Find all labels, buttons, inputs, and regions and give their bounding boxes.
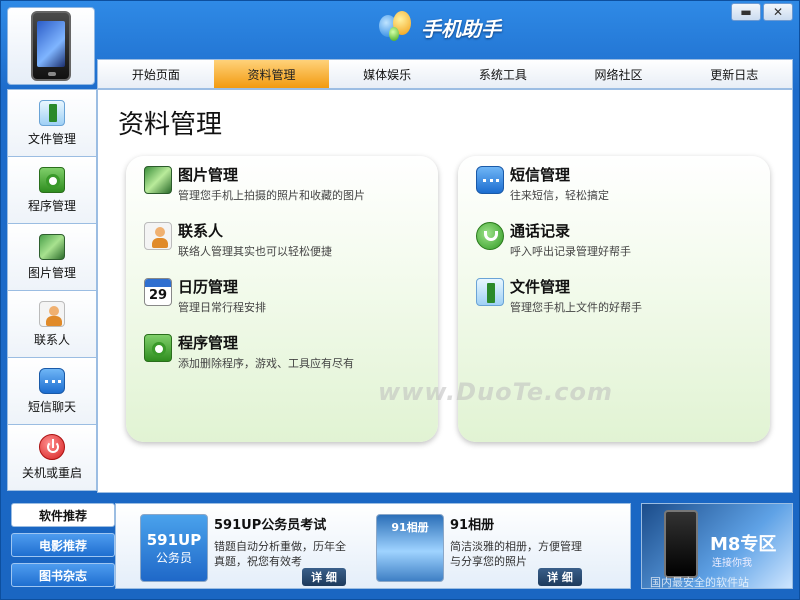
tab-system-tools[interactable]: 系统工具	[445, 60, 561, 88]
tab-media[interactable]: 媒体娱乐	[329, 60, 445, 88]
detail-button[interactable]: 详 细	[538, 568, 582, 586]
feature-desc: 往来短信，轻松搞定	[510, 189, 609, 202]
recommendation-tabs: 软件推荐 电影推荐 图书杂志	[11, 503, 115, 593]
phone-call-icon	[476, 222, 504, 250]
feature-desc: 管理日常行程安排	[178, 301, 266, 314]
app-window: 手机助手 ▬ ✕ 开始页面 资料管理 媒体娱乐 系统工具 网络社区 更新日志 文…	[0, 0, 800, 600]
feature-desc: 添加删除程序，游戏、工具应有尽有	[178, 357, 354, 370]
promo-title: M8专区	[710, 534, 777, 555]
phone-screen	[37, 21, 65, 67]
feature-file-management[interactable]: 文件管理 管理您手机上文件的好帮手	[476, 276, 642, 315]
tab-community[interactable]: 网络社区	[561, 60, 677, 88]
sidebar-item-label: 短信聊天	[27, 399, 76, 414]
feature-call-log[interactable]: 通话记录 呼入呼出记录管理好帮手	[476, 220, 631, 259]
phone-home-button	[48, 72, 56, 76]
sidebar-item-label: 关机或重启	[21, 466, 82, 480]
feature-picture-management[interactable]: 图片管理 管理您手机上拍摄的照片和收藏的图片	[144, 164, 365, 203]
tab-data-management[interactable]: 资料管理	[213, 60, 330, 88]
app-thumbnail[interactable]: 591UP 公务员	[140, 514, 208, 582]
contacts-icon	[144, 222, 172, 250]
feature-contacts[interactable]: 联系人 联络人管理其实也可以轻松便捷	[144, 220, 332, 259]
calendar-icon: 29	[144, 278, 172, 306]
sidebar-item-file-manager[interactable]: 文件管理	[7, 89, 97, 156]
app-manager-icon	[39, 166, 65, 193]
file-icon	[476, 278, 504, 306]
feature-desc: 管理您手机上拍摄的照片和收藏的图片	[178, 189, 365, 202]
thumb-text: 591UP	[146, 530, 202, 549]
app-title-text: 手机助手	[421, 16, 501, 41]
sms-icon	[476, 166, 504, 194]
feature-app-management[interactable]: 程序管理 添加删除程序，游戏、工具应有尽有	[144, 332, 354, 371]
app-logo-icon	[379, 11, 415, 43]
sidebar-item-label: 联系人	[33, 332, 70, 347]
power-icon	[39, 434, 65, 460]
sidebar-item-label: 文件管理	[27, 131, 76, 146]
feature-desc: 管理您手机上文件的好帮手	[510, 301, 642, 314]
minimize-button[interactable]: ▬	[731, 3, 761, 21]
thumb-subtext: 公务员	[155, 550, 192, 565]
window-controls: ▬ ✕	[731, 3, 793, 21]
promo-footer: 国内最安全的软件站	[650, 576, 749, 589]
file-manager-icon	[39, 99, 65, 126]
tab-books-magazines[interactable]: 图书杂志	[11, 563, 115, 587]
sidebar-item-contacts[interactable]: 联系人	[7, 290, 97, 357]
sidebar-item-picture-manager[interactable]: 图片管理	[7, 223, 97, 290]
promo-subtitle: 连接你我	[712, 558, 752, 569]
tab-movie-recommend[interactable]: 电影推荐	[11, 533, 115, 557]
feature-name: 程序管理	[178, 334, 239, 352]
feature-name: 文件管理	[510, 278, 571, 296]
app-name[interactable]: 591UP公务员考试	[214, 514, 350, 533]
app-name[interactable]: 91相册	[450, 514, 586, 533]
sidebar: 文件管理 程序管理 图片管理 联系人 短信聊天 关机或重启	[7, 89, 97, 493]
app-desc: 错题自动分析重做，历年全真题，祝您有效考	[214, 540, 346, 568]
feature-name: 通话记录	[510, 222, 571, 240]
detail-button[interactable]: 详 细	[302, 568, 346, 586]
tab-start-page[interactable]: 开始页面	[98, 60, 214, 88]
app-title: 手机助手	[379, 11, 501, 43]
picture-icon	[144, 166, 172, 194]
sidebar-item-sms-chat[interactable]: 短信聊天	[7, 357, 97, 424]
sidebar-item-app-manager[interactable]: 程序管理	[7, 156, 97, 223]
phone-image	[664, 510, 698, 578]
main-panel: 资料管理 图片管理 管理您手机上拍摄的照片和收藏的图片 联系人 联络人管理其实也…	[97, 89, 793, 493]
feature-card-left: 图片管理 管理您手机上拍摄的照片和收藏的图片 联系人 联络人管理其实也可以轻松便…	[126, 156, 438, 442]
feature-desc: 呼入呼出记录管理好帮手	[510, 245, 631, 258]
device-preview	[7, 7, 95, 85]
app-thumbnail[interactable]: 91相册	[376, 514, 444, 582]
feature-card-right: 短信管理 往来短信，轻松搞定 通话记录 呼入呼出记录管理好帮手 文件管理 管理您…	[458, 156, 770, 442]
sidebar-item-power[interactable]: 关机或重启	[7, 424, 97, 491]
recommendation-bar: 软件推荐 电影推荐 图书杂志 591UP 公务员 591UP公务员考试 错题自动…	[7, 501, 793, 595]
page-title: 资料管理	[118, 110, 223, 140]
close-button[interactable]: ✕	[763, 3, 793, 21]
promo-banner[interactable]: M8专区 连接你我 国内最安全的软件站	[641, 503, 793, 589]
thumb-text: 91相册	[391, 521, 429, 534]
contacts-icon	[39, 300, 65, 327]
app-icon	[144, 334, 172, 362]
main-tabbar: 开始页面 资料管理 媒体娱乐 系统工具 网络社区 更新日志	[97, 59, 793, 89]
feature-name: 图片管理	[178, 166, 239, 184]
tab-software-recommend[interactable]: 软件推荐	[11, 503, 115, 527]
sidebar-item-label: 程序管理	[27, 198, 76, 213]
sidebar-item-label: 图片管理	[27, 265, 76, 280]
app-desc: 简洁淡雅的相册，方便管理与分享您的照片	[450, 540, 582, 568]
recommendation-panel: 591UP 公务员 591UP公务员考试 错题自动分析重做，历年全真题，祝您有效…	[115, 503, 631, 589]
feature-name: 短信管理	[510, 166, 571, 184]
feature-name: 日历管理	[178, 278, 239, 296]
picture-manager-icon	[39, 233, 65, 260]
calendar-day: 29	[148, 288, 168, 303]
feature-sms-management[interactable]: 短信管理 往来短信，轻松搞定	[476, 164, 609, 203]
phone-image	[31, 11, 71, 81]
feature-desc: 联络人管理其实也可以轻松便捷	[178, 245, 332, 258]
tab-changelog[interactable]: 更新日志	[676, 60, 792, 88]
sms-chat-icon	[39, 367, 65, 394]
feature-name: 联系人	[178, 222, 224, 240]
feature-calendar[interactable]: 29 日历管理 管理日常行程安排	[144, 276, 266, 315]
